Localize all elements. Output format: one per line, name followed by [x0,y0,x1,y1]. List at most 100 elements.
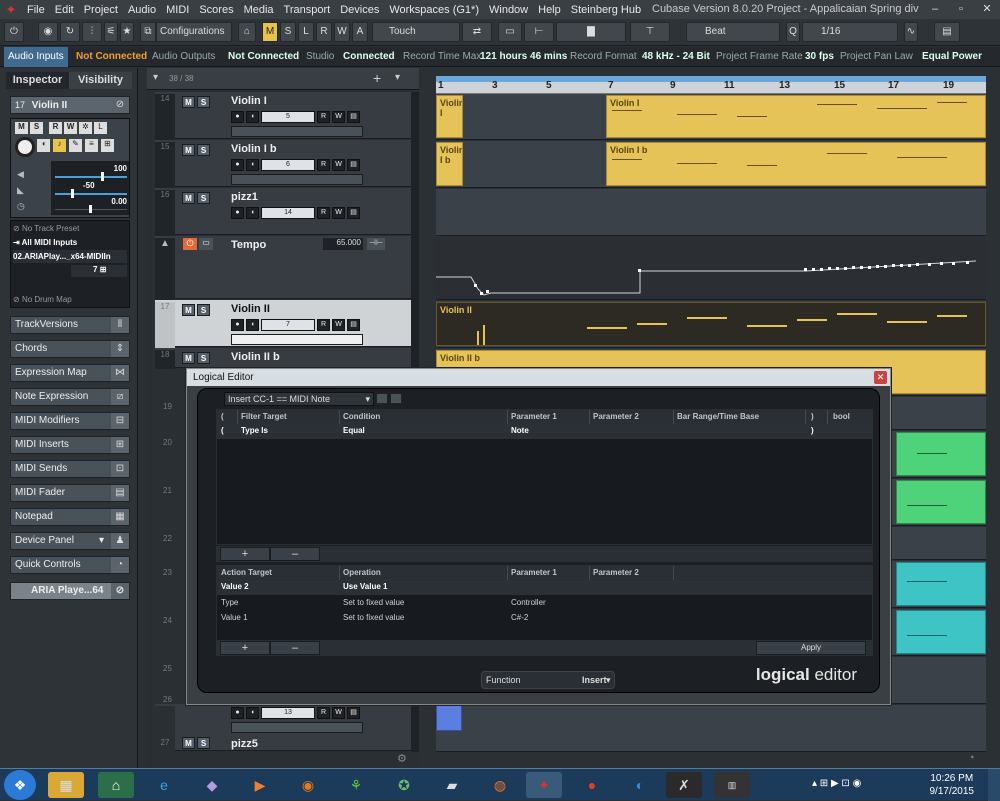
track-strip[interactable] [231,174,363,185]
monitor-icon[interactable]: ◖ [246,111,259,123]
menu-midi[interactable]: MIDI [161,4,194,16]
track-strip[interactable] [231,722,363,733]
tempo-value-field[interactable]: 65.000 [323,238,363,250]
read-button[interactable]: R [317,707,330,719]
edit-icon[interactable]: ▤ [347,111,360,123]
track-list-options-icon[interactable]: ▾ [395,72,400,83]
automation-mode-dropdown[interactable]: Touch [372,22,460,42]
midi-part[interactable] [896,432,986,476]
solo-button[interactable]: S [197,144,210,156]
ruler[interactable]: 1 3 5 7 9 11 13 15 17 19 [436,76,986,94]
monitor-icon[interactable]: ◖ [246,159,259,171]
constrain-icon[interactable]: ↻ [60,22,80,42]
section-midi-modifiers[interactable]: MIDI Modifiers ⊟ [10,412,130,430]
track-name[interactable]: pizz5 [231,738,258,750]
monitor-icon[interactable]: ◖ [246,207,259,219]
midi-part[interactable] [896,562,986,606]
cubase-logo-icon[interactable]: ✦ [0,0,22,19]
quantize-settings-icon[interactable]: ∿ [904,22,918,42]
tascam-icon[interactable]: ▥ [714,772,750,798]
tempo-activate-icon[interactable]: ⏻ [183,238,197,250]
track-strip[interactable] [231,126,363,137]
write-button[interactable]: W [64,122,77,134]
edit-instrument-icon[interactable]: ⊘ [111,97,129,113]
track-name[interactable]: Tempo [231,239,266,251]
home-app-icon[interactable]: ⌂ [98,772,134,798]
section-midi-fader[interactable]: MIDI Fader ▤ [10,484,130,502]
cubase-taskbar-icon[interactable]: ✦ [526,772,562,798]
cell-parameter-1[interactable]: Controller [511,596,546,610]
midi-part[interactable] [436,705,462,731]
edit-icon[interactable]: ✎ [69,139,82,152]
cell-action-target[interactable]: Type [221,596,238,610]
toggle-icon[interactable]: ▤ [934,22,960,42]
cell-action-target[interactable]: Value 1 [221,611,248,625]
tab-inspector[interactable]: Inspector [6,72,69,89]
monitor-icon[interactable]: ◖ [246,319,259,331]
read-button[interactable]: R [317,111,330,123]
media-player-icon[interactable]: ▶ [242,772,278,798]
file-explorer-icon[interactable]: ▦ [48,772,84,798]
section-expression-map[interactable]: Expression Map ⋈ [10,364,130,382]
action-row[interactable]: Value 1 Set to fixed value C#-2 [217,611,872,626]
preset-dropdown[interactable]: Insert CC-1 == MIDI Note ▾ [224,392,374,406]
configurations-icon[interactable]: ⧉ [140,22,156,42]
remove-action-button[interactable]: – [270,641,320,655]
write-button[interactable]: W [332,207,345,219]
home-icon[interactable]: ⌂ [238,22,256,42]
write-button[interactable]: W [332,319,345,331]
section-device-panel[interactable]: Device Panel ▾ ♟ [10,532,130,550]
midi-part-selected[interactable]: Violin II [436,302,986,346]
record-icon[interactable]: ● [231,707,244,719]
firefox-icon[interactable]: ◍ [482,772,518,798]
start-button-icon[interactable]: ❖ [4,770,36,800]
section-quick-controls[interactable]: Quick Controls ◔ [10,556,130,574]
menu-file[interactable]: File [22,4,50,16]
mode-r-button[interactable]: R [316,22,332,42]
inspector-track-header[interactable]: 17 Violin II ⊘ [10,96,130,114]
mode-s-button[interactable]: S [280,22,296,42]
section-chords[interactable]: Chords ⇕ [10,340,130,358]
store-preset-icon[interactable] [376,393,388,404]
section-notepad[interactable]: Notepad ▦ [10,508,130,526]
function-selector[interactable]: Function Insert ▾ [481,671,615,689]
mute-button[interactable]: M [182,96,195,108]
record-icon[interactable]: ● [231,319,244,331]
drum-map-field[interactable]: ⊘ No Drum Map [13,293,127,306]
midi-part[interactable] [896,610,986,654]
track-list-menu-icon[interactable]: ▾ [153,72,158,83]
snap-icon[interactable]: ⊤ [630,22,670,42]
menu-media[interactable]: Media [239,4,279,16]
midi-part[interactable]: Violin I b [606,142,986,186]
midi-part[interactable]: Violin I [606,95,986,138]
edit-icon[interactable]: ▤ [347,159,360,171]
internet-explorer-icon[interactable]: e [146,772,182,798]
solo-button[interactable]: S [197,304,210,316]
track-row-selected[interactable]: 17 MS Violin II ● ◖ 7 R W ▤ [155,300,419,348]
menu-transport[interactable]: Transport [279,4,336,16]
action-row[interactable]: Type Set to fixed value Controller [217,596,872,611]
app-icon[interactable]: ◆ [194,772,230,798]
cell-close-bracket[interactable]: ) [811,424,814,438]
section-note-expression[interactable]: Note Expression ⧄ [10,388,130,406]
track-row[interactable]: 15 MS Violin I b ● ◖ 6 R W ▤ [155,140,419,188]
transport-icon[interactable]: ▭ [498,22,522,42]
tray-icons[interactable]: ▴ ⊞ ▶ ⊡ ◉ [812,778,861,789]
solo-button[interactable]: S [197,96,210,108]
track-preset-field[interactable]: ⊘ No Track Preset [13,222,127,235]
add-track-icon[interactable]: + [373,70,381,86]
color-icon[interactable]: ▇ [556,22,626,42]
mode-m-button[interactable]: M [262,22,278,42]
record-enable-icon[interactable] [15,137,35,157]
cell-action-target[interactable]: Value 2 [221,580,249,594]
menu-devices[interactable]: Devices [335,4,384,16]
instrument-slot[interactable]: ARIA Playe...64 ⊘ [10,582,130,600]
add-filter-button[interactable]: + [220,547,270,561]
read-button[interactable]: R [317,207,330,219]
menu-window[interactable]: Window [484,4,533,16]
quantize-icon[interactable]: Q [786,22,800,42]
track-row[interactable]: 14 MS Violin I ● ◖ 5 R W ▤ [155,92,419,140]
track-row[interactable]: ● ◖ 13 R W ▤ 27 MS pizz5 [155,704,419,752]
mute-button[interactable]: M [15,122,28,134]
tempo-track-row[interactable]: ▲ ⏻ ▭ Tempo 65.000 ⊣⊢ [155,236,419,300]
